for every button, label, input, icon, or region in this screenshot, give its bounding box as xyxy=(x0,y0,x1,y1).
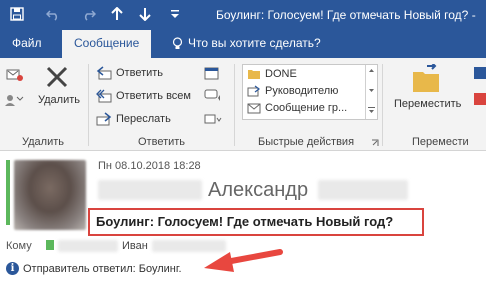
im-button[interactable] xyxy=(204,89,226,103)
redacted-sender-surname xyxy=(318,180,408,200)
move-label: Переместить xyxy=(394,98,462,110)
redacted-recipient-email xyxy=(58,240,118,252)
info-icon: i xyxy=(6,262,19,275)
forward-button[interactable]: Переслать xyxy=(96,112,171,126)
delete-label: Удалить xyxy=(38,94,80,106)
more-respond-icon xyxy=(204,114,222,124)
sender-name[interactable]: Александр xyxy=(208,179,308,202)
move-folder-icon xyxy=(412,64,439,92)
info-text: Отправитель ответил: Боулинг. xyxy=(23,262,182,275)
reply-all-icon xyxy=(96,89,112,103)
tell-me-label: Что вы хотите сделать? xyxy=(188,36,321,50)
quick-step-label: Сообщение гр... xyxy=(265,102,348,114)
quick-step-item[interactable]: DONE xyxy=(247,68,297,80)
team-mail-icon xyxy=(247,103,261,114)
reply-label: Ответить xyxy=(116,67,164,79)
tab-message[interactable]: Сообщение xyxy=(62,30,152,58)
cleanup-button[interactable] xyxy=(4,92,28,108)
meeting-button[interactable] xyxy=(204,66,224,80)
cleanup-icon xyxy=(5,95,24,106)
reply-icon xyxy=(96,66,112,80)
quick-step-label: Руководителю xyxy=(265,85,339,97)
annotation-arrow xyxy=(204,249,283,272)
delete-x-icon xyxy=(46,66,68,88)
onenote-button[interactable] xyxy=(474,92,486,106)
undo-icon[interactable] xyxy=(42,3,64,25)
recipient-presence-indicator xyxy=(46,240,54,250)
folder-icon xyxy=(248,70,260,79)
reply-all-button[interactable]: Ответить всем xyxy=(96,89,191,103)
group-separator xyxy=(382,64,383,146)
reply-all-label: Ответить всем xyxy=(116,90,191,102)
ignore-button[interactable] xyxy=(6,66,28,82)
quick-steps-scrollbar[interactable] xyxy=(365,65,377,119)
quick-steps-group-label: Быстрые действия xyxy=(258,136,355,148)
window-title: Боулинг: Голосуем! Где отмечать Новый го… xyxy=(216,8,476,22)
quick-step-label: DONE xyxy=(265,68,297,80)
message-subject: Боулинг: Голосуем! Где отмечать Новый го… xyxy=(96,214,394,229)
delete-group-label: Удалить xyxy=(22,136,64,148)
move-button[interactable]: Переместить xyxy=(394,64,461,110)
message-date: Пн 08.10.2018 18:28 xyxy=(98,160,201,172)
presence-indicator xyxy=(6,160,10,225)
dialog-launcher-icon[interactable] xyxy=(371,138,379,150)
next-item-icon[interactable] xyxy=(134,3,156,25)
ribbon-tabs: Файл Сообщение Что вы хотите сделать? xyxy=(0,30,486,58)
quick-step-item[interactable]: Руководителю xyxy=(247,85,338,97)
quick-step-item[interactable]: Сообщение гр... xyxy=(247,102,347,114)
lightbulb-icon xyxy=(172,36,183,49)
more-respond-button[interactable] xyxy=(204,112,226,126)
group-separator xyxy=(88,64,89,146)
forward-icon xyxy=(96,112,112,126)
customize-qat-icon[interactable] xyxy=(164,3,186,25)
move-group-label: Перемести xyxy=(412,136,469,148)
reply-button[interactable]: Ответить xyxy=(96,66,163,80)
avatar[interactable] xyxy=(14,160,86,230)
previous-item-icon[interactable] xyxy=(106,3,128,25)
recipient-name[interactable]: Иван xyxy=(122,240,148,252)
rules-icon xyxy=(474,67,486,79)
tell-me-search[interactable]: Что вы хотите сделать? xyxy=(172,36,321,50)
group-separator xyxy=(234,64,235,146)
redacted-sender-email xyxy=(98,180,202,200)
quick-steps-gallery[interactable]: DONE Руководителю Сообщение гр... xyxy=(242,64,378,120)
ignore-icon xyxy=(6,69,23,81)
forward-mail-icon xyxy=(247,85,260,97)
ribbon: Удалить Удалить Ответить Ответить всем П… xyxy=(0,58,486,151)
forward-label: Переслать xyxy=(116,113,171,125)
calendar-icon xyxy=(204,67,219,80)
info-bar[interactable]: i Отправитель ответил: Боулинг. xyxy=(6,262,182,275)
to-label: Кому xyxy=(6,240,32,252)
tab-file[interactable]: Файл xyxy=(12,36,42,50)
delete-button[interactable]: Удалить xyxy=(38,64,80,106)
respond-group-label: Ответить xyxy=(138,136,186,148)
chat-icon xyxy=(204,89,220,101)
title-bar: Боулинг: Голосуем! Где отмечать Новый го… xyxy=(0,0,486,30)
save-icon[interactable] xyxy=(6,3,28,25)
onenote-icon xyxy=(474,93,486,105)
redo-icon[interactable] xyxy=(78,3,100,25)
rules-button[interactable] xyxy=(474,66,486,80)
